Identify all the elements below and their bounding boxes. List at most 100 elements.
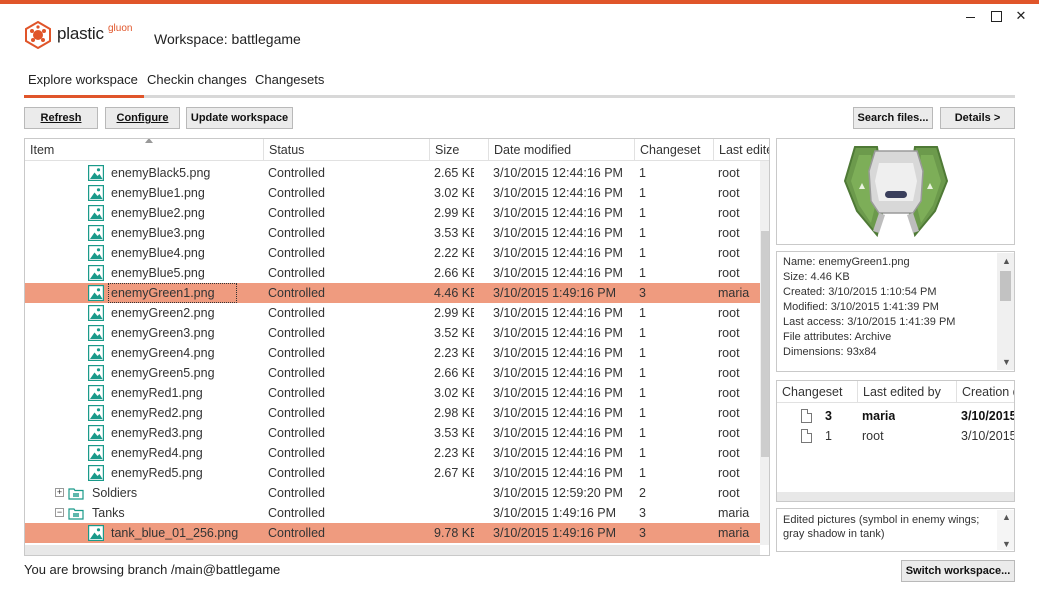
history-horizontal-scrollbar[interactable] (777, 492, 1014, 501)
item-changeset: 1 (639, 386, 646, 400)
item-changeset: 1 (639, 206, 646, 220)
column-date-modified[interactable]: Date modified (488, 139, 634, 161)
configure-button[interactable]: Configure (105, 107, 180, 129)
grid-horizontal-scrollbar[interactable] (25, 545, 760, 555)
history-column-creation[interactable]: Creation date (956, 381, 1014, 403)
file-row[interactable]: enemyGreen3.png Controlled 3.52 KB 3/10/201… (25, 323, 760, 343)
file-row[interactable]: enemyBlue1.png Controlled 3.02 KB 3/10/2015… (25, 183, 760, 203)
prop-last-access: Last access: 3/10/2015 1:41:39 PM (783, 316, 956, 328)
item-size (434, 483, 474, 503)
scroll-up-icon[interactable]: ▲ (1002, 512, 1011, 522)
file-row[interactable]: enemyBlue4.png Controlled 2.22 KB 3/10/2015… (25, 243, 760, 263)
item-date-modified: 3/10/2015 12:44:16 PM (493, 406, 623, 420)
item-changeset: 1 (639, 266, 646, 280)
item-size: 2.67 KB (434, 466, 474, 480)
item-changeset: 3 (639, 506, 646, 520)
item-last-edited: root (718, 266, 740, 280)
column-last-edited[interactable]: Last edited by (713, 139, 769, 161)
collapse-icon[interactable]: − (55, 508, 64, 517)
item-date-modified: 3/10/2015 12:44:16 PM (493, 466, 623, 480)
maximize-button[interactable] (989, 9, 1003, 23)
folder-row[interactable]: − Tanks Controlled 3/10/2015 1:49:16 PM 3 mar… (25, 503, 760, 523)
refresh-button[interactable]: Refresh (24, 107, 98, 129)
item-size: 2.65 KB (434, 166, 474, 180)
grid-scroll-thumb[interactable] (761, 231, 769, 457)
tab-changesets[interactable]: Changesets (255, 72, 324, 96)
item-last-edited: root (718, 206, 740, 220)
image-file-icon (88, 445, 104, 461)
file-row[interactable]: enemyBlue3.png Controlled 3.53 KB 3/10/2015… (25, 223, 760, 243)
properties-scroll-thumb[interactable] (1000, 271, 1011, 301)
image-file-icon (88, 305, 104, 321)
switch-workspace-button[interactable]: Switch workspace... (901, 560, 1015, 582)
details-button[interactable]: Details > (940, 107, 1015, 129)
prop-size: Size: 4.46 KB (783, 271, 850, 283)
item-name: enemyGreen5.png (111, 366, 215, 380)
file-row[interactable]: tank_blue_01_256.png Controlled 9.78 KB 3/1… (25, 523, 760, 543)
item-changeset: 1 (639, 426, 646, 440)
file-row[interactable]: enemyBlue5.png Controlled 2.66 KB 3/10/2015… (25, 263, 760, 283)
details-label: Details > (954, 112, 1001, 124)
image-file-icon (88, 365, 104, 381)
update-workspace-button[interactable]: Update workspace (186, 107, 293, 129)
item-last-edited: root (718, 406, 740, 420)
tab-checkin-changes[interactable]: Checkin changes (147, 72, 247, 96)
column-size[interactable]: Size (429, 139, 488, 161)
item-name: enemyGreen4.png (111, 346, 215, 360)
item-changeset: 1 (639, 446, 646, 460)
file-icon (801, 429, 812, 443)
file-row[interactable]: enemyRed1.png Controlled 3.02 KB 3/10/2015 … (25, 383, 760, 403)
item-status: Controlled (268, 386, 325, 400)
file-row[interactable]: enemyRed3.png Controlled 3.53 KB 3/10/2015 … (25, 423, 760, 443)
column-status[interactable]: Status (263, 139, 429, 161)
file-row[interactable]: enemyBlue2.png Controlled 2.99 KB 3/10/2015… (25, 203, 760, 223)
item-name: Soldiers (92, 486, 138, 500)
history-row[interactable]: 3 maria 3/10/2015 (777, 406, 1015, 426)
item-name: enemyRed5.png (111, 466, 203, 480)
column-changeset[interactable]: Changeset (634, 139, 713, 161)
item-last-edited: maria (718, 286, 750, 300)
minimize-button[interactable] (963, 9, 977, 23)
scroll-down-icon[interactable]: ▼ (1002, 357, 1011, 367)
scroll-down-icon[interactable]: ▼ (1002, 539, 1011, 549)
focus-outline (108, 283, 237, 303)
file-row[interactable]: enemyGreen2.png Controlled 2.99 KB 3/10/201… (25, 303, 760, 323)
history-column-last-edited[interactable]: Last edited by (857, 381, 956, 403)
item-last-edited: maria (718, 506, 750, 520)
image-preview (776, 138, 1015, 245)
item-status: Controlled (268, 426, 325, 440)
tab-explore-workspace[interactable]: Explore workspace (28, 72, 138, 96)
file-row[interactable]: enemyGreen5.png Controlled 2.66 KB 3/10/201… (25, 363, 760, 383)
item-status: Controlled (268, 526, 325, 540)
item-date-modified: 3/10/2015 12:44:16 PM (493, 206, 623, 220)
file-row[interactable]: enemyRed2.png Controlled 2.98 KB 3/10/2015 … (25, 403, 760, 423)
item-changeset: 2 (639, 486, 646, 500)
expand-icon[interactable]: + (55, 488, 64, 497)
file-row[interactable]: enemyGreen4.png Controlled 2.23 KB 3/10/201… (25, 343, 760, 363)
item-status: Controlled (268, 486, 325, 500)
history-row[interactable]: 1 root 3/10/2015 (777, 426, 1014, 446)
item-changeset: 1 (639, 326, 646, 340)
item-size: 3.02 KB (434, 186, 474, 200)
close-button[interactable]: ✕ (1014, 9, 1028, 23)
history-date: 3/10/2015 (961, 409, 1015, 423)
item-status: Controlled (268, 366, 325, 380)
history-column-changeset[interactable]: Changeset (777, 381, 857, 403)
item-last-edited: root (718, 326, 740, 340)
item-name: enemyRed3.png (111, 426, 203, 440)
scroll-up-icon[interactable]: ▲ (1002, 256, 1011, 266)
folder-row[interactable]: + Soldiers Controlled 3/10/2015 12:59:20 PM… (25, 483, 760, 503)
item-last-edited: root (718, 306, 740, 320)
item-last-edited: root (718, 166, 740, 180)
item-changeset: 1 (639, 186, 646, 200)
file-row[interactable]: enemyGreen1.pngControlled4.46 KB3/10/201… (25, 283, 760, 303)
item-size: 2.66 KB (434, 266, 474, 280)
item-last-edited: root (718, 466, 740, 480)
file-row[interactable]: enemyBlack5.png Controlled 2.65 KB 3/10/201… (25, 163, 760, 183)
image-file-icon (88, 405, 104, 421)
search-files-button[interactable]: Search files... (853, 107, 933, 129)
item-last-edited: root (718, 426, 740, 440)
file-row[interactable]: enemyRed5.png Controlled 2.67 KB 3/10/2015 … (25, 463, 760, 483)
file-row[interactable]: enemyRed4.png Controlled 2.23 KB 3/10/2015 … (25, 443, 760, 463)
item-date-modified: 3/10/2015 12:44:16 PM (493, 246, 623, 260)
